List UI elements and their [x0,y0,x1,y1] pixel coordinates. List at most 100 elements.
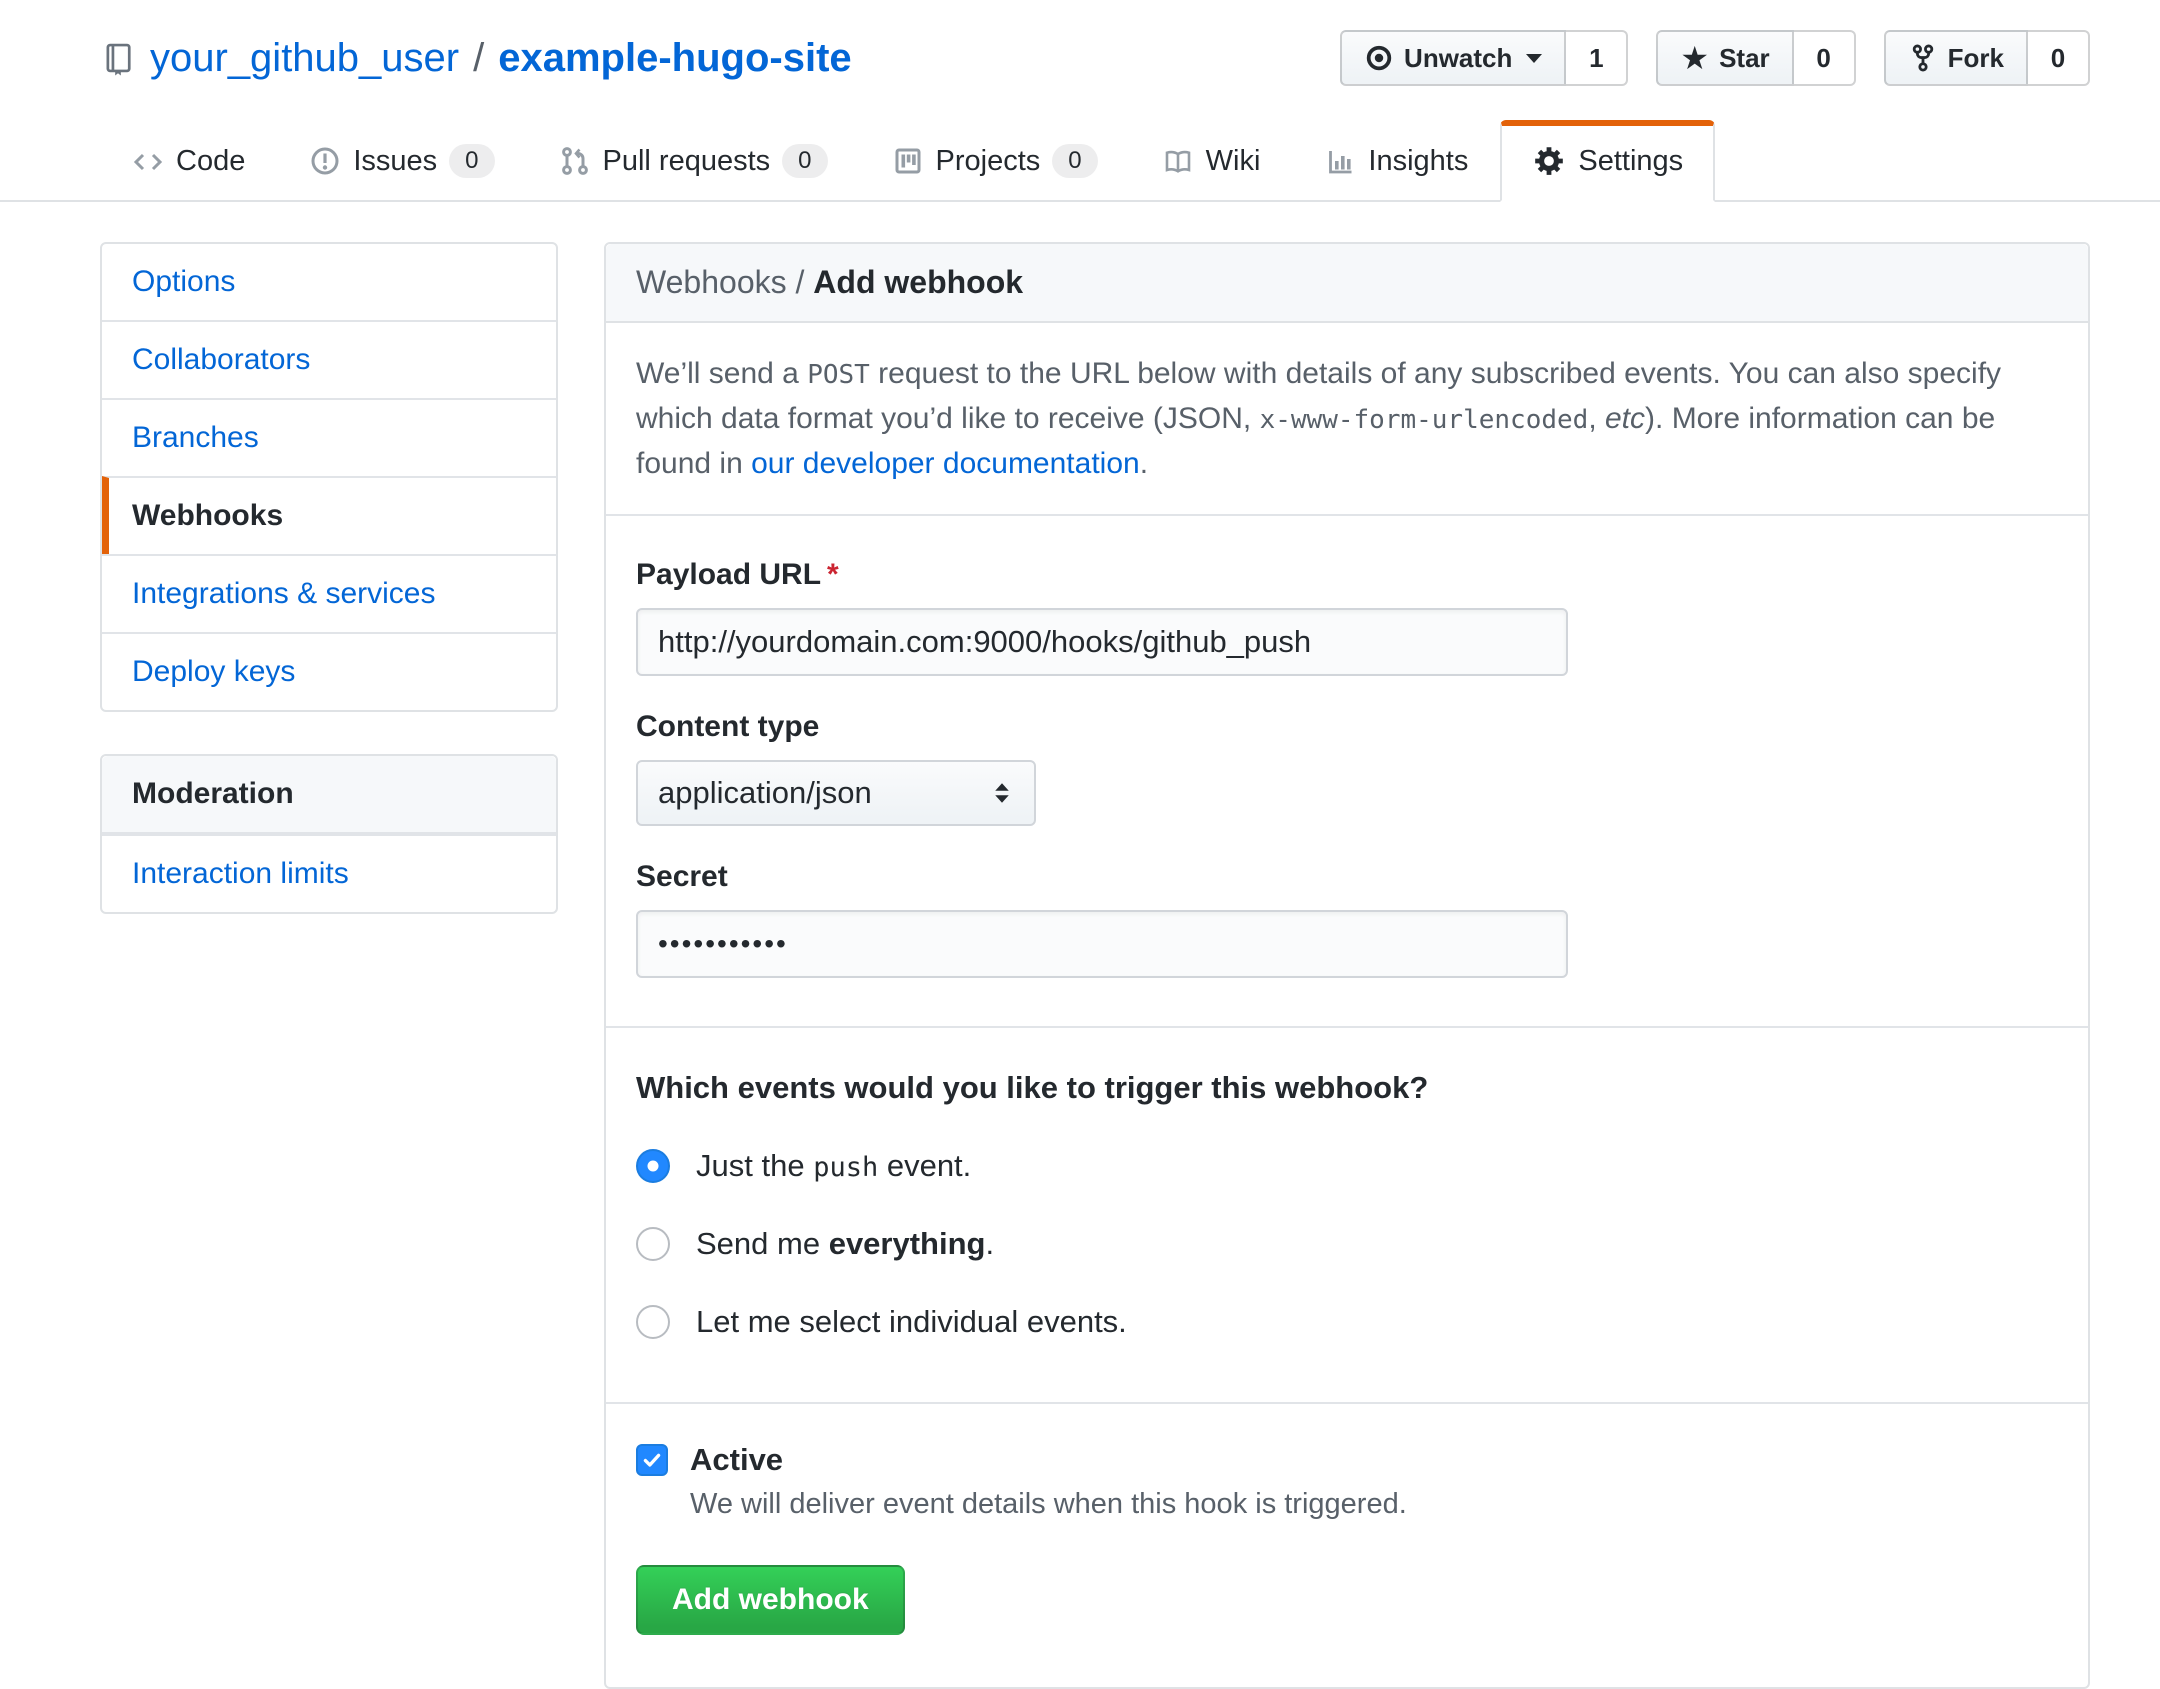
settings-sidebar: Options Collaborators Branches Webhooks … [100,242,558,914]
moderation-menu: Moderation Interaction limits [100,754,558,914]
star-label: Star [1719,43,1770,74]
description-code-post: POST [807,360,870,390]
repo-icon [100,40,136,76]
pull-requests-counter: 0 [782,144,827,178]
option-text: . [985,1226,994,1261]
payload-url-label: Payload URL* [636,558,2058,592]
webhook-description-section: We’ll send a POST request to the URL bel… [606,323,2088,516]
tab-label: Code [176,145,245,178]
option-bold-everything: everything [829,1226,986,1261]
payload-url-field-group: Payload URL* [636,558,2058,676]
star-count[interactable]: 0 [1794,30,1856,86]
secret-label: Secret [636,860,2058,894]
sidebar-item-collaborators[interactable]: Collaborators [102,320,556,398]
settings-menu: Options Collaborators Branches Webhooks … [100,242,558,712]
secret-field-group: Secret [636,860,2058,978]
active-checkbox-row[interactable]: Active [636,1442,2058,1478]
active-label: Active [690,1442,783,1478]
sidebar-item-interaction-limits[interactable]: Interaction limits [102,834,556,912]
events-heading: Which events would you like to trigger t… [636,1070,2058,1106]
event-option-everything[interactable]: Send me everything. [636,1226,2058,1262]
event-option-label: Just the push event. [696,1148,971,1184]
page-container: your_github_user / example-hugo-site Unw… [100,0,2090,86]
issue-icon [309,145,341,177]
unwatch-button[interactable]: Unwatch [1340,30,1566,86]
description-text: , [1588,402,1605,435]
select-arrows-icon [990,781,1014,805]
tab-label: Issues [353,145,437,178]
fork-button[interactable]: Fork [1884,30,2028,86]
event-option-label: Let me select individual events. [696,1304,1127,1340]
star-button[interactable]: ★ Star [1656,30,1793,86]
repo-header: your_github_user / example-hugo-site Unw… [100,0,2090,86]
issues-counter: 0 [449,144,494,178]
content-type-value: application/json [658,775,872,811]
tab-label: Projects [936,145,1041,178]
description-text: We’ll send a [636,357,807,390]
content-type-field-group: Content type application/json [636,710,2058,826]
tab-label: Wiki [1206,145,1261,178]
tab-pull-requests[interactable]: Pull requests 0 [527,120,860,200]
watch-group: Unwatch 1 [1340,30,1628,86]
code-icon [132,146,164,178]
radio-icon[interactable] [636,1305,670,1339]
moderation-header: Moderation [102,756,556,834]
star-icon: ★ [1680,42,1709,74]
gear-icon [1532,144,1566,178]
tab-code[interactable]: Code [100,121,277,200]
breadcrumb-separator: / [787,264,814,300]
sidebar-item-branches[interactable]: Branches [102,398,556,476]
webhook-active-section: Active We will deliver event details whe… [606,1404,2088,1687]
repo-nav: Code Issues 0 Pull requests 0 [0,120,2160,202]
eye-icon [1364,43,1394,73]
tab-label: Settings [1578,145,1683,178]
repo-actions: Unwatch 1 ★ Star 0 [1340,30,2090,86]
caret-down-icon [1526,54,1542,63]
event-option-individual[interactable]: Let me select individual events. [636,1304,2058,1340]
watch-count[interactable]: 1 [1566,30,1628,86]
event-option-just-push[interactable]: Just the push event. [636,1148,2058,1184]
radio-selected-icon[interactable] [636,1149,670,1183]
option-text: Send me [696,1226,829,1261]
sidebar-item-integrations-services[interactable]: Integrations & services [102,554,556,632]
breadcrumb-current: Add webhook [813,264,1023,300]
webhook-events-section: Which events would you like to trigger t… [606,1028,2088,1404]
checkbox-checked-icon[interactable] [636,1444,668,1476]
tab-label: Insights [1368,145,1468,178]
secret-input[interactable] [636,910,1568,978]
option-text: Just the [696,1148,813,1183]
wiki-icon [1162,146,1194,178]
tab-projects[interactable]: Projects 0 [860,120,1130,200]
projects-counter: 0 [1052,144,1097,178]
payload-url-input[interactable] [636,608,1568,676]
fork-count[interactable]: 0 [2028,30,2090,86]
repo-owner-link[interactable]: your_github_user [150,36,459,81]
sidebar-item-options[interactable]: Options [102,244,556,320]
content-type-label: Content type [636,710,2058,744]
option-text: event. [878,1148,971,1183]
add-webhook-panel: Webhooks / Add webhook We’ll send a POST… [604,242,2090,1689]
tab-wiki[interactable]: Wiki [1130,121,1293,200]
tab-issues[interactable]: Issues 0 [277,120,526,200]
graph-icon [1324,146,1356,178]
option-code-push: push [813,1152,878,1183]
star-group: ★ Star 0 [1656,30,1855,86]
breadcrumb-webhooks[interactable]: Webhooks [636,264,787,300]
description-etc: etc [1605,402,1645,435]
repo-name-link[interactable]: example-hugo-site [498,36,851,81]
fork-label: Fork [1948,43,2004,74]
tab-settings[interactable]: Settings [1500,120,1715,202]
add-webhook-button[interactable]: Add webhook [636,1565,905,1635]
description-text: . [1140,447,1148,480]
content-type-select[interactable]: application/json [636,760,1036,826]
developer-documentation-link[interactable]: our developer documentation [751,447,1140,480]
webhook-description: We’ll send a POST request to the URL bel… [636,351,2058,486]
unwatch-label: Unwatch [1404,43,1512,74]
sidebar-item-deploy-keys[interactable]: Deploy keys [102,632,556,710]
webhook-form-section: Payload URL* Content type application/js… [606,516,2088,1028]
radio-icon[interactable] [636,1227,670,1261]
fork-group: Fork 0 [1884,30,2090,86]
tab-insights[interactable]: Insights [1292,121,1500,200]
sidebar-item-webhooks[interactable]: Webhooks [102,476,556,554]
tab-label: Pull requests [603,145,771,178]
